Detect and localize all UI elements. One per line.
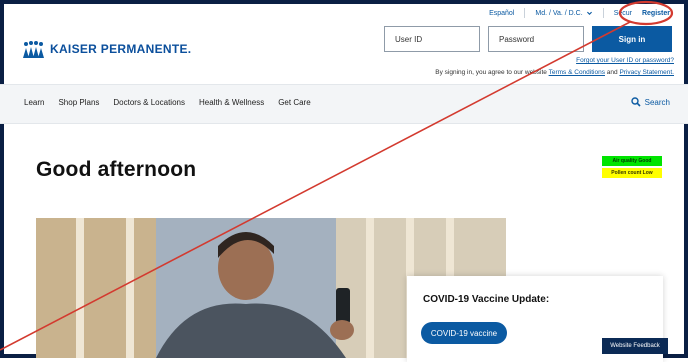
- pollen-count-badge: Pollen count Low: [602, 168, 662, 178]
- kp-logo: [23, 41, 44, 58]
- privacy-link[interactable]: Privacy Statement.: [619, 69, 674, 76]
- nav-item-learn[interactable]: Learn: [24, 98, 44, 107]
- register-link[interactable]: Register: [642, 10, 670, 17]
- divider: [602, 8, 604, 18]
- nav-item-shop-plans[interactable]: Shop Plans: [58, 98, 99, 107]
- terms-text: By signing in, you agree to our website …: [435, 69, 674, 76]
- region-selector[interactable]: Md. / Va. / D.C.: [535, 10, 592, 17]
- sign-in-button[interactable]: Sign in: [592, 26, 672, 52]
- nav-item-health-wellness[interactable]: Health & Wellness: [199, 98, 264, 107]
- user-id-field[interactable]: User ID: [384, 26, 480, 52]
- terms-link[interactable]: Terms & Conditions: [549, 69, 605, 76]
- nav-links: Learn Shop Plans Doctors & Locations Hea…: [24, 98, 311, 107]
- covid-update-title: COVID-19 Vaccine Update:: [423, 294, 550, 305]
- search-icon: [630, 97, 641, 107]
- search-label: Search: [644, 97, 670, 107]
- search-button[interactable]: Search: [630, 97, 670, 107]
- login-form: User ID Password Sign in: [384, 26, 672, 52]
- divider: [524, 8, 526, 18]
- password-placeholder: Password: [499, 34, 535, 44]
- nav-item-doctors-locations[interactable]: Doctors & Locations: [113, 98, 185, 107]
- terms-prefix: By signing in, you agree to our website: [435, 69, 549, 76]
- air-quality-widget[interactable]: Air quality Good Pollen count Low: [602, 156, 662, 178]
- user-id-placeholder: User ID: [395, 34, 423, 44]
- website-feedback-button[interactable]: Website Feedback: [602, 338, 668, 354]
- secure-link[interactable]: Secur: [614, 10, 632, 17]
- main-nav: Learn Shop Plans Doctors & Locations Hea…: [0, 84, 688, 124]
- brand[interactable]: KAISER PERMANENTE.: [22, 40, 191, 58]
- air-quality-badge: Air quality Good: [602, 156, 662, 166]
- espanol-link[interactable]: Español: [489, 10, 514, 17]
- utility-bar: Español Md. / Va. / D.C. Secur Register: [489, 8, 670, 18]
- terms-and: and: [604, 69, 620, 76]
- greeting-heading: Good afternoon: [36, 158, 197, 181]
- nav-item-get-care[interactable]: Get Care: [278, 98, 310, 107]
- covid-vaccine-button[interactable]: COVID-19 vaccine: [421, 322, 507, 344]
- region-label: Md. / Va. / D.C.: [535, 9, 583, 17]
- chevron-down-icon: [586, 11, 592, 15]
- brand-name: KAISER PERMANENTE.: [50, 42, 192, 56]
- forgot-credentials-link[interactable]: Forgot your User ID or password?: [576, 57, 674, 64]
- password-field[interactable]: Password: [488, 26, 584, 52]
